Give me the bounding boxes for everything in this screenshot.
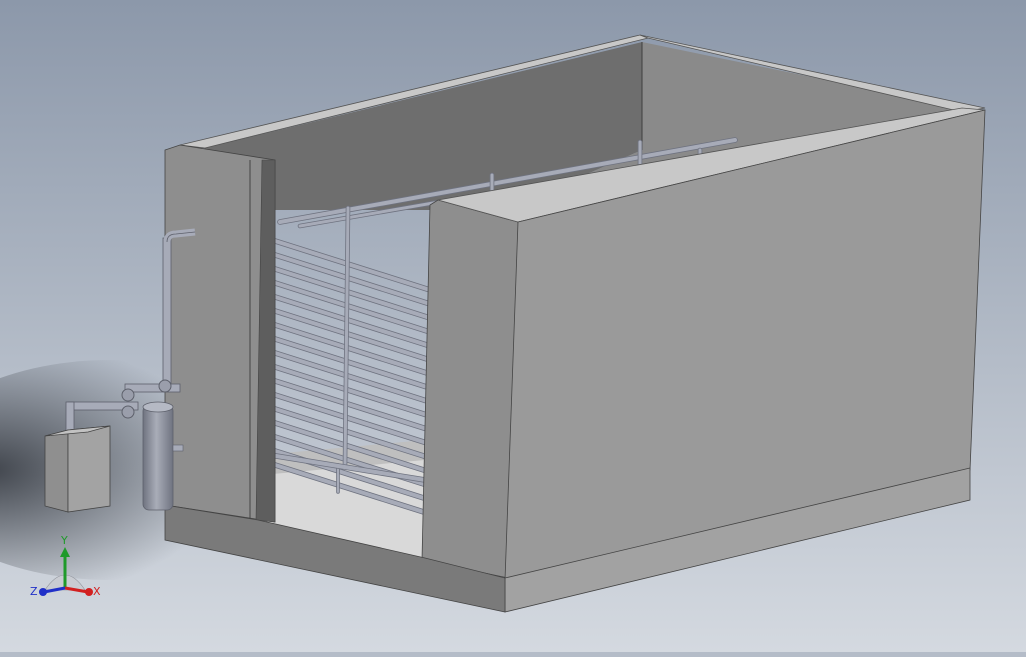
tank-side-outlet[interactable] (172, 444, 184, 452)
valve-fitting-3[interactable] (158, 379, 172, 393)
cad-scene[interactable]: Y X Z (0, 0, 1026, 652)
receiver-tank[interactable] (142, 404, 174, 511)
valve-fitting-2[interactable] (121, 405, 135, 419)
triad-label-x: X (93, 585, 101, 598)
condensing-unit-front[interactable] (44, 429, 69, 513)
receiver-tank-top (142, 401, 174, 413)
cad-viewport[interactable]: Y X Z (0, 0, 1026, 652)
front-wall-side-face (421, 199, 519, 581)
riser-pipe[interactable] (162, 237, 172, 389)
triad-label-y: Y (60, 534, 68, 547)
triad-z-end (39, 588, 47, 596)
condensing-unit-side[interactable] (67, 425, 111, 513)
header-pipe-upper[interactable] (124, 383, 181, 393)
triad-x-end (85, 588, 93, 596)
triad-label-z: Z (30, 585, 38, 598)
valve-fitting-1[interactable] (121, 388, 135, 402)
